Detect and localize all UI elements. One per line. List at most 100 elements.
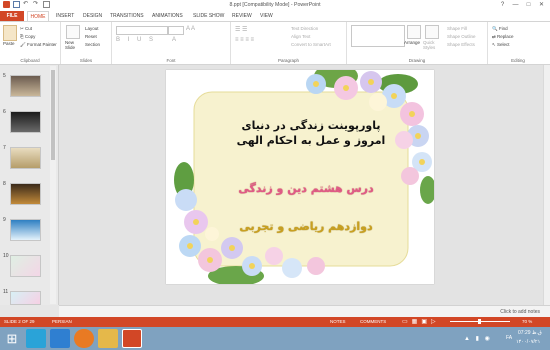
font-style-icons[interactable]: B I U S <box>116 37 156 43</box>
new-slide-icon[interactable] <box>66 25 80 39</box>
title-bar: ↶ ↷ 8.ppt [Compatibility Mode] - PowerPo… <box>0 0 550 11</box>
zoom-level[interactable]: 70 % <box>522 319 532 324</box>
shapes-gallery[interactable] <box>351 25 405 47</box>
window-title: 8.ppt [Compatibility Mode] - PowerPoint <box>229 2 321 8</box>
slide-counter: SLIDE 2 OF 29 <box>4 319 35 324</box>
align-text-button[interactable]: Align Text <box>291 34 310 39</box>
font-group: A A B I U S A Font <box>112 22 231 64</box>
thumb-number: 9 <box>3 217 6 223</box>
clipboard-group: Paste ✂ Cut ⎘ Copy 🖌 Format Painter Clip… <box>0 22 61 64</box>
shape-fill-button[interactable]: Shape Fill <box>447 26 467 31</box>
paragraph-label: Paragraph <box>277 58 299 63</box>
tab-home[interactable]: HOME <box>27 11 49 21</box>
shape-outline-button[interactable]: Shape Outline <box>447 34 476 39</box>
section-button[interactable]: Section <box>85 42 100 47</box>
format-painter-button[interactable]: 🖌 Format Painter <box>20 42 57 48</box>
replace-label: Replace <box>497 34 514 39</box>
shape-effects-button[interactable]: Shape Effects <box>447 42 475 47</box>
undo-icon[interactable]: ↶ <box>23 1 30 8</box>
thumb-number: 6 <box>3 109 6 115</box>
zoom-slider-thumb[interactable] <box>478 319 481 324</box>
slide-thumbnail[interactable] <box>10 111 41 133</box>
thumb-number: 5 <box>3 73 6 79</box>
view-buttons[interactable]: ▭▦▣▷ <box>402 318 440 325</box>
font-size-dropdown[interactable] <box>168 26 184 35</box>
notes-toggle[interactable]: NOTES <box>330 319 346 324</box>
help-button[interactable]: ? <box>496 0 509 10</box>
layout-button[interactable]: Layout <box>85 26 99 31</box>
thumbnail-scrollbar-thumb[interactable] <box>51 70 55 160</box>
slide-grade-text[interactable]: دوازدهم ریاضی و تجربی <box>226 220 386 233</box>
comments-toggle[interactable]: COMMENTS <box>360 319 386 324</box>
slide-title-line-2: امروز و عمل به احکام الهی <box>236 134 386 147</box>
arrange-icon[interactable] <box>407 25 421 39</box>
current-slide[interactable]: پاورپوینت زندگی در دنیای امروز و عمل به … <box>166 70 434 284</box>
slide-subtitle[interactable]: درس هشتم دین و زندگی <box>226 182 386 195</box>
find-button[interactable]: 🔍 Find <box>492 26 508 32</box>
tab-insert[interactable]: INSERT <box>56 11 74 21</box>
slideshow-start-icon[interactable] <box>43 1 50 8</box>
select-button[interactable]: ↖ Select <box>492 42 510 48</box>
editing-group: 🔍 Find ⇄ Replace ↖ Select Editing <box>488 22 548 64</box>
slide-thumbnail[interactable] <box>10 219 41 241</box>
close-button[interactable]: ✕ <box>535 0 548 10</box>
quick-styles-icon[interactable] <box>425 25 439 39</box>
powerpoint-taskbar-icon[interactable] <box>122 329 142 348</box>
tab-review[interactable]: REVIEW <box>232 11 252 21</box>
drawing-group: Arrange Quick Styles Shape Fill Shape Ou… <box>347 22 488 64</box>
firefox-icon[interactable] <box>74 329 94 348</box>
tab-view[interactable]: VIEW <box>260 11 273 21</box>
window-controls: ? — □ ✕ <box>496 0 548 10</box>
tab-file[interactable]: FILE <box>0 11 24 21</box>
internet-explorer-icon[interactable] <box>50 329 70 348</box>
windows-start-icon[interactable]: ⊞ <box>2 329 22 348</box>
text-direction-button[interactable]: Text Direction <box>291 26 318 31</box>
paste-button[interactable]: Paste <box>3 41 15 46</box>
align-icons[interactable]: ≡ ≡ ≡ ≡ <box>235 37 254 43</box>
tab-animations[interactable]: ANIMATIONS <box>152 11 183 21</box>
clock-time[interactable]: 07:29 ق.ظ <box>518 330 542 336</box>
new-slide-button[interactable]: New Slide <box>65 40 81 50</box>
slide-thumbnail[interactable] <box>10 291 41 305</box>
format-painter-label: Format Painter <box>26 42 57 47</box>
slide-thumbnail[interactable] <box>10 147 41 169</box>
system-tray-icons[interactable]: ▲ ▮ ◉ <box>464 335 492 342</box>
arrange-button[interactable]: Arrange <box>404 40 420 45</box>
clipboard-label: Clipboard <box>20 58 40 63</box>
minimize-button[interactable]: — <box>509 0 522 10</box>
tab-transitions[interactable]: TRANSITIONS <box>110 11 144 21</box>
replace-button[interactable]: ⇄ Replace <box>492 34 514 40</box>
file-explorer-icon[interactable] <box>98 329 118 348</box>
font-name-dropdown[interactable] <box>116 26 168 35</box>
paste-icon[interactable] <box>3 25 17 41</box>
grow-font-icon[interactable]: A A <box>186 26 195 32</box>
telegram-icon[interactable] <box>26 329 46 348</box>
font-color-icon[interactable]: A <box>172 37 176 43</box>
notes-placeholder[interactable]: Click to add notes <box>500 309 540 315</box>
slides-label: Slides <box>79 58 93 63</box>
clock-date[interactable]: ۱۴۰۰/۰۷/۲۱ <box>516 339 540 345</box>
redo-icon[interactable]: ↷ <box>33 1 40 8</box>
powerpoint-app-icon <box>3 1 10 8</box>
thumb-number: 10 <box>3 253 9 259</box>
slide-title[interactable]: پاورپوینت زندگی در دنیای امروز و عمل به … <box>236 118 386 148</box>
reset-button[interactable]: Reset <box>85 34 97 39</box>
slides-group: New Slide Layout Reset Section Slides <box>61 22 112 64</box>
tab-slide-show[interactable]: SLIDE SHOW <box>193 11 224 21</box>
convert-smartart-button[interactable]: Convert to SmartArt <box>291 42 331 47</box>
maximize-button[interactable]: □ <box>522 0 535 10</box>
quick-styles-button[interactable]: Quick Styles <box>423 40 439 50</box>
bullets-icon[interactable]: ☰ ☰ <box>235 26 247 33</box>
copy-button[interactable]: ⎘ Copy <box>20 34 35 39</box>
slide-scrollbar[interactable] <box>543 65 550 305</box>
windows-taskbar: ⊞ ▲ ▮ ◉ FA 07:29 ق.ظ ۱۴۰۰/۰۷/۲۱ <box>0 327 550 350</box>
slide-thumbnail[interactable] <box>10 183 41 205</box>
input-language[interactable]: FA <box>506 335 512 341</box>
cut-button[interactable]: ✂ Cut <box>20 26 32 32</box>
slide-thumbnail[interactable] <box>10 75 41 97</box>
slide-thumbnail[interactable] <box>10 255 41 277</box>
language-indicator[interactable]: PERSIAN <box>52 319 72 324</box>
save-icon[interactable] <box>13 1 20 8</box>
tab-design[interactable]: DESIGN <box>83 11 102 21</box>
status-bar: SLIDE 2 OF 29 PERSIAN NOTES COMMENTS ▭▦▣… <box>0 317 550 327</box>
